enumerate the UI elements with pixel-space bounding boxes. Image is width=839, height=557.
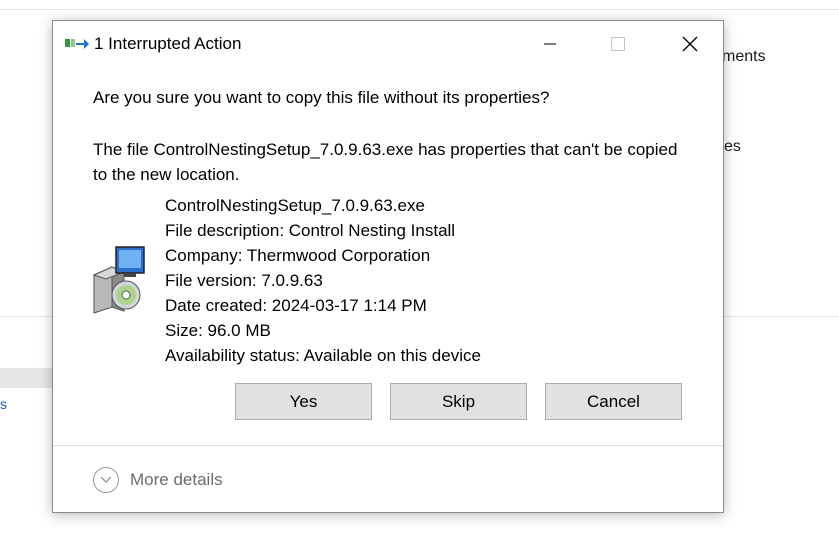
close-button[interactable] xyxy=(667,27,713,61)
yes-button[interactable]: Yes xyxy=(235,383,372,420)
skip-button[interactable]: Skip xyxy=(390,383,527,420)
file-size: Size: 96.0 MB xyxy=(165,321,271,340)
copy-action-icon xyxy=(65,39,89,49)
cancel-button[interactable]: Cancel xyxy=(545,383,682,420)
file-availability: Availability status: Available on this d… xyxy=(165,346,481,365)
maximize-button[interactable] xyxy=(595,27,641,61)
confirm-question: Are you sure you want to copy this file … xyxy=(93,88,550,107)
file-date-created: Date created: 2024-03-17 1:14 PM xyxy=(165,296,427,315)
chevron-down-icon xyxy=(100,476,112,483)
more-details-toggle[interactable]: More details xyxy=(93,467,223,493)
file-name: ControlNestingSetup_7.0.9.63.exe xyxy=(165,196,425,215)
interrupted-action-dialog: 1 Interrupted Action Are you sure you wa… xyxy=(52,20,724,513)
dialog-title: 1 Interrupted Action xyxy=(94,34,242,53)
dialog-titlebar[interactable]: 1 Interrupted Action xyxy=(53,21,723,67)
background-text-fragment: es xyxy=(724,138,741,155)
file-description: File description: Control Nesting Instal… xyxy=(165,221,456,240)
minimize-icon xyxy=(544,43,556,45)
close-icon xyxy=(682,36,698,52)
background-link-fragment: s xyxy=(0,396,7,412)
minimize-button[interactable] xyxy=(527,27,573,61)
file-details: ControlNestingSetup_7.0.9.63.exe File de… xyxy=(165,193,481,368)
background-window-edge xyxy=(0,9,839,10)
file-company: Company: Thermwood Corporation xyxy=(165,246,431,265)
background-text-fragment: ments xyxy=(722,48,766,65)
more-details-label: More details xyxy=(130,470,223,489)
file-version: File version: 7.0.9.63 xyxy=(165,271,323,290)
installer-setup-icon xyxy=(92,246,145,314)
footer-divider xyxy=(53,445,723,446)
background-scroll-region xyxy=(0,368,60,388)
maximize-icon xyxy=(611,37,625,51)
properties-warning-message: The file ControlNestingSetup_7.0.9.63.ex… xyxy=(93,140,678,184)
expand-button[interactable] xyxy=(93,467,119,493)
